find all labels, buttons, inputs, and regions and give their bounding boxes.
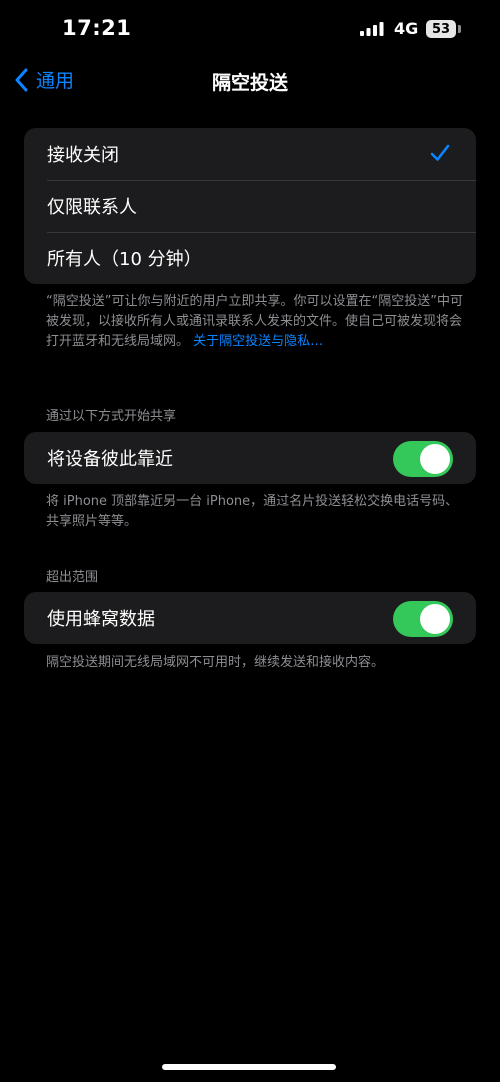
privacy-link[interactable]: 关于隔空投送与隐私… (193, 334, 323, 349)
checkmark-icon (430, 144, 450, 161)
option-label: 接收关闭 (47, 145, 119, 166)
status-bar: 17:21 4G 53 (0, 0, 500, 60)
use-cellular-data-toggle[interactable] (393, 601, 453, 637)
section-header-out-of-range: 超出范围 (46, 570, 99, 585)
start-sharing-group: 将设备彼此靠近 (24, 432, 476, 484)
page-title: 隔空投送 (211, 72, 288, 94)
option-contacts-only[interactable]: 仅限联系人 (24, 180, 476, 232)
bring-devices-together-row: 将设备彼此靠近 (24, 432, 476, 484)
receive-footnote: “隔空投送”可让你与附近的用户立即共享。你可以设置在“隔空投送”中可被发现，以接… (46, 292, 464, 352)
toggle-knob (420, 604, 450, 634)
battery-level: 53 (431, 21, 451, 37)
receive-options-group: 接收关闭 仅限联系人 所有人（10 分钟） (24, 128, 476, 284)
out-of-range-footnote: 隔空投送期间无线局域网不可用时，继续发送和接收内容。 (46, 655, 385, 670)
toggle-knob (420, 444, 450, 474)
row-label: 使用蜂窝数据 (47, 609, 155, 630)
network-type: 4G (394, 19, 419, 38)
option-receiving-off[interactable]: 接收关闭 (24, 128, 476, 180)
home-indicator[interactable] (162, 1064, 336, 1070)
bring-devices-together-toggle[interactable] (393, 441, 453, 477)
option-everyone-10-min[interactable]: 所有人（10 分钟） (24, 232, 476, 284)
cellular-signal-icon (360, 22, 384, 36)
battery-icon: 53 (426, 20, 456, 38)
battery-tip (458, 25, 461, 33)
status-time: 17:21 (62, 16, 132, 40)
row-label: 将设备彼此靠近 (47, 449, 173, 470)
option-label: 仅限联系人 (47, 197, 137, 218)
start-sharing-footnote: 将 iPhone 顶部靠近另一台 iPhone，通过名片投送轻松交换电话号码、共… (46, 494, 459, 529)
navigation-bar: 通用 隔空投送 (0, 56, 500, 106)
use-cellular-data-row: 使用蜂窝数据 (24, 592, 476, 644)
section-header-start-sharing: 通过以下方式开始共享 (46, 409, 177, 424)
option-label: 所有人（10 分钟） (47, 249, 202, 270)
out-of-range-group: 使用蜂窝数据 (24, 592, 476, 644)
